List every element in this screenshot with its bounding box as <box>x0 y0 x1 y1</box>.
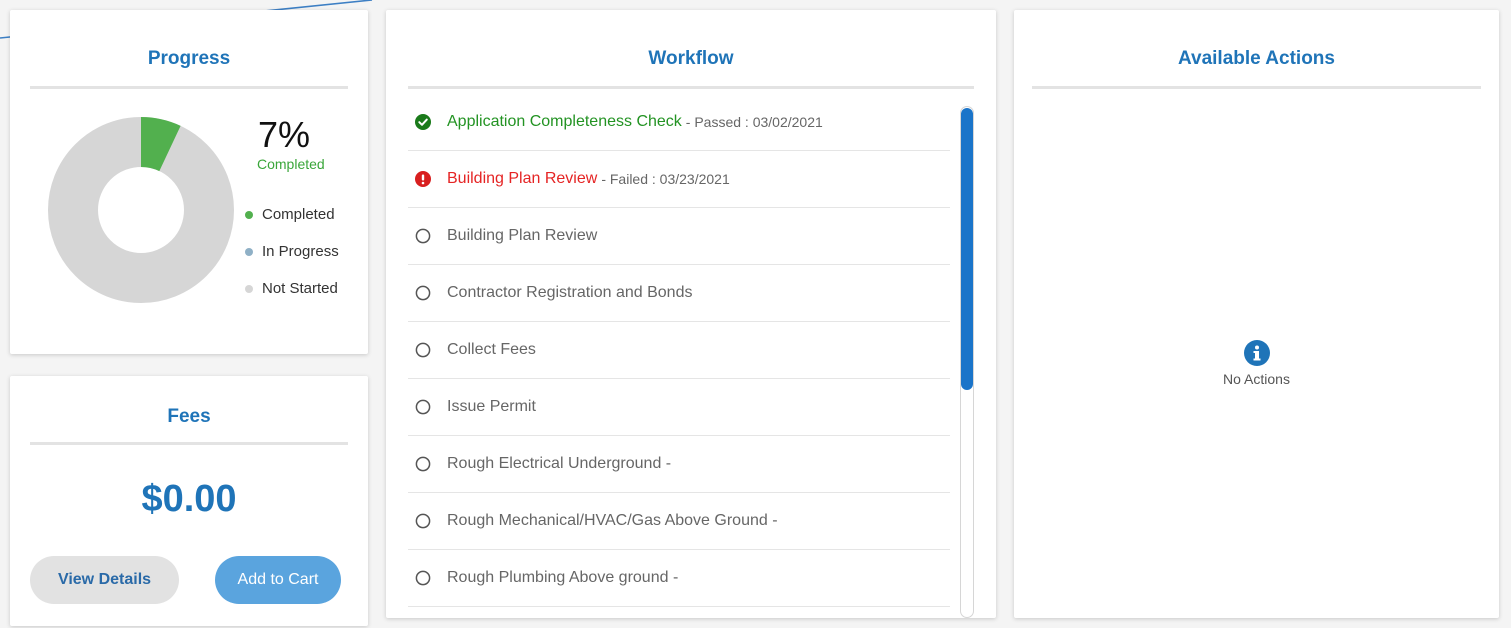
legend-item-not-started: Not Started <box>245 270 339 307</box>
workflow-item[interactable]: Issue Permit <box>408 379 950 436</box>
fee-amount: $0.00 <box>141 478 237 520</box>
workflow-item[interactable]: Contractor Registration and Bonds <box>408 265 950 322</box>
no-actions-text: No Actions <box>1223 371 1290 387</box>
legend-item-in-progress: In Progress <box>245 233 339 270</box>
workflow-item[interactable]: Rough Electrical Underground - <box>408 436 950 493</box>
legend-dot-completed <box>245 210 253 219</box>
empty-circle-icon <box>415 228 431 244</box>
progress-title: Progress <box>147 48 231 69</box>
empty-circle-icon <box>415 570 431 586</box>
info-icon <box>1244 340 1270 366</box>
legend-label-not-started: Not Started <box>262 280 338 297</box>
workflow-item[interactable]: Rough Mechanical/HVAC/Gas Above Ground - <box>408 493 950 550</box>
fees-card: Fees $0.00 View Details Add to Cart <box>10 376 368 626</box>
empty-circle-icon <box>415 399 431 415</box>
workflow-title: Workflow <box>648 48 734 69</box>
exclamation-circle-icon <box>415 171 431 187</box>
progress-percent-label: Completed <box>257 156 325 172</box>
fees-divider <box>30 442 348 445</box>
workflow-card: Workflow Application Completeness Check -… <box>386 10 996 618</box>
actions-title: Available Actions <box>1178 48 1335 69</box>
empty-circle-icon <box>415 342 431 358</box>
workflow-item-name: Application Completeness Check <box>447 113 682 130</box>
view-details-button[interactable]: View Details <box>30 556 179 604</box>
fees-title: Fees <box>167 406 211 427</box>
empty-circle-icon <box>415 456 431 472</box>
progress-donut-chart <box>48 117 234 303</box>
legend-dot-not-started <box>245 284 253 293</box>
check-circle-icon <box>415 114 431 130</box>
progress-card: Progress 7% Completed Completed In Progr… <box>10 10 368 354</box>
progress-divider <box>30 86 348 89</box>
workflow-item[interactable]: Application Completeness Check - Passed :… <box>408 94 950 151</box>
legend-label-in-progress: In Progress <box>262 243 339 260</box>
add-to-cart-button[interactable]: Add to Cart <box>215 556 341 604</box>
workflow-scrollbar-thumb[interactable] <box>961 108 973 390</box>
workflow-item-name: Rough Plumbing Above ground - <box>447 569 679 586</box>
workflow-item-name: Collect Fees <box>447 341 536 358</box>
actions-card: Available Actions No Actions <box>1014 10 1499 618</box>
workflow-item-name: Issue Permit <box>447 398 536 415</box>
empty-circle-icon <box>415 285 431 301</box>
workflow-item[interactable]: Rough Plumbing Above ground - <box>408 550 950 607</box>
workflow-divider <box>408 86 974 89</box>
progress-legend: Completed In Progress Not Started <box>245 196 339 307</box>
workflow-item-status: - Passed : 03/02/2021 <box>685 114 823 130</box>
workflow-item[interactable]: Collect Fees <box>408 322 950 379</box>
workflow-item-name: Building Plan Review <box>447 227 598 244</box>
progress-percent: 7% <box>258 114 311 155</box>
workflow-item-name: Contractor Registration and Bonds <box>447 284 693 301</box>
workflow-list: Application Completeness Check - Passed :… <box>408 94 950 607</box>
workflow-item-name: Rough Mechanical/HVAC/Gas Above Ground - <box>447 512 778 529</box>
legend-label-completed: Completed <box>262 206 335 223</box>
empty-circle-icon <box>415 513 431 529</box>
workflow-item-name: Building Plan Review <box>447 170 598 187</box>
actions-divider <box>1032 86 1481 89</box>
legend-item-completed: Completed <box>245 196 339 233</box>
workflow-item[interactable]: Building Plan Review <box>408 208 950 265</box>
legend-dot-in-progress <box>245 247 253 256</box>
workflow-item[interactable]: Building Plan Review - Failed : 03/23/202… <box>408 151 950 208</box>
workflow-item-status: - Failed : 03/23/2021 <box>601 171 730 187</box>
workflow-item-name: Rough Electrical Underground - <box>447 455 672 472</box>
